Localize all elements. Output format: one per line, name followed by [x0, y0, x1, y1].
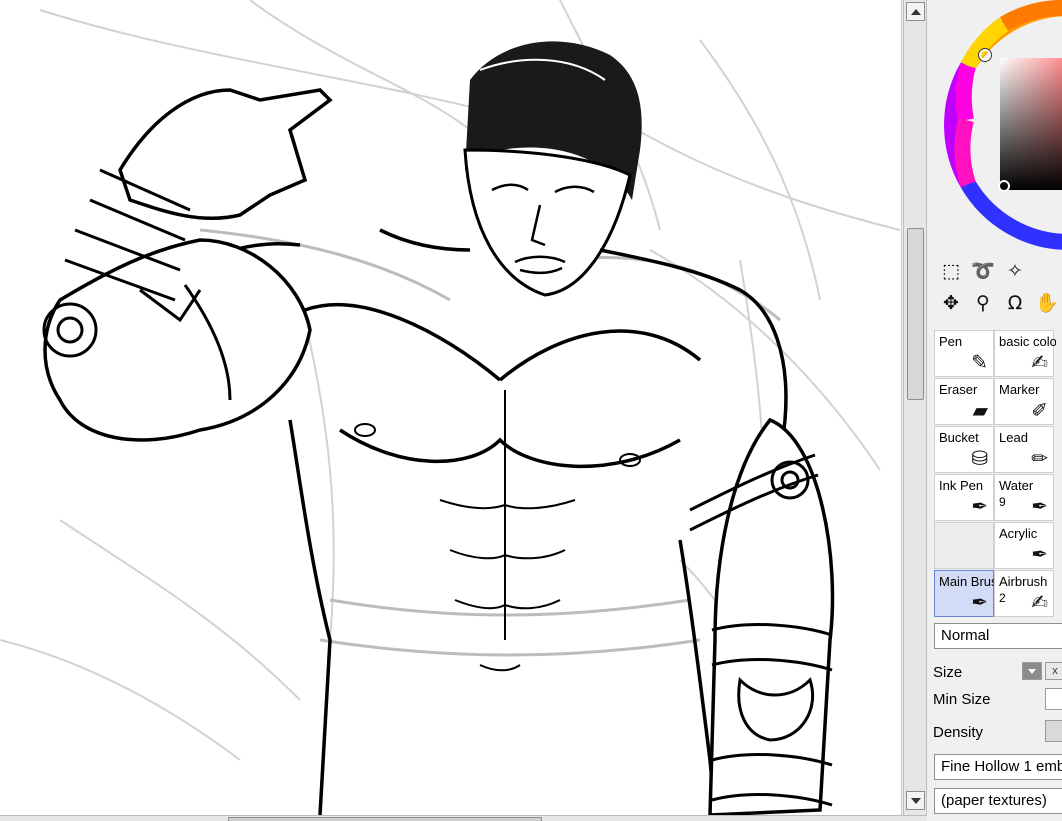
- brush-water[interactable]: Water 9 ✒: [994, 474, 1054, 521]
- move-icon[interactable]: ✥: [938, 290, 964, 316]
- horizontal-scroll-thumb[interactable]: [228, 817, 542, 821]
- scroll-up-button[interactable]: [906, 2, 925, 21]
- brush-size-number: 2: [999, 591, 1006, 605]
- ink-pen-icon: ✒: [971, 494, 988, 518]
- acrylic-brush-icon: ✒: [1031, 542, 1048, 566]
- vertical-scroll-thumb[interactable]: [907, 228, 924, 400]
- brush-label: Bucket: [939, 430, 979, 445]
- density-field[interactable]: [1045, 720, 1062, 742]
- brush-label: Marker: [999, 382, 1040, 397]
- brush-main-brush[interactable]: Main Brush ✒: [934, 570, 996, 617]
- brush-shape-select[interactable]: Fine Hollow 1 emboss: [934, 754, 1062, 780]
- pencil-icon: ✏: [1031, 446, 1048, 470]
- zoom-icon[interactable]: ⚲: [970, 290, 996, 316]
- brush-label: Pen: [939, 334, 963, 349]
- brush-label: Eraser: [939, 382, 978, 397]
- selection-rect-icon[interactable]: ⬚: [938, 258, 964, 284]
- brush-label: Acrylic: [999, 526, 1038, 541]
- scroll-down-button[interactable]: [906, 791, 925, 810]
- brush-eraser[interactable]: Eraser ▰: [934, 378, 994, 425]
- arrow-up-icon: [910, 8, 921, 15]
- stamp-icon: ✍: [1031, 350, 1048, 374]
- brush-label: Airbrush: [999, 574, 1048, 589]
- brush-lead[interactable]: Lead ✏: [994, 426, 1054, 473]
- brush-marker[interactable]: Marker ✐: [994, 378, 1054, 425]
- brush-size-number: 9: [999, 495, 1006, 509]
- brush-basic-colour[interactable]: basic colour ✍: [994, 330, 1056, 377]
- magic-wand-icon[interactable]: ✧: [1002, 258, 1028, 284]
- brush-label: basic colour: [999, 334, 1056, 349]
- main-brush-icon: ✒: [971, 590, 988, 614]
- vertical-scrollbar[interactable]: [903, 0, 927, 815]
- blend-mode-select[interactable]: Normal: [934, 623, 1062, 649]
- line-art-illustration: [0, 0, 901, 815]
- min-size-label: Min Size: [933, 691, 991, 708]
- color-wheel[interactable]: [944, 0, 1062, 250]
- min-size-field[interactable]: [1045, 688, 1062, 710]
- density-label: Density: [933, 724, 984, 741]
- tool-panel: ⬚ ➰ ✧ ✥ ⚲ Ω ✋ Pen ✎ basic colour ✍ Erase…: [928, 0, 1062, 821]
- rotate-icon[interactable]: Ω: [1002, 290, 1028, 316]
- brush-label: Water: [999, 478, 1034, 493]
- size-label: Size: [933, 664, 963, 681]
- arrow-down-icon: [910, 797, 921, 804]
- size-multiplier-button[interactable]: x: [1045, 662, 1062, 680]
- size-dropdown-button[interactable]: [1022, 662, 1042, 680]
- drawing-canvas[interactable]: [0, 0, 902, 815]
- brush-acrylic[interactable]: Acrylic ✒: [994, 522, 1054, 569]
- brush-label: Lead: [999, 430, 1028, 445]
- brush-empty-slot[interactable]: [934, 522, 994, 569]
- brush-pen[interactable]: Pen ✎: [934, 330, 994, 377]
- marker-icon: ✐: [1031, 398, 1048, 422]
- brush-label: Ink Pen: [939, 478, 984, 493]
- eraser-icon: ▰: [972, 398, 988, 422]
- brush-bucket[interactable]: Bucket ⛁: [934, 426, 994, 473]
- water-brush-icon: ✒: [1031, 494, 1048, 518]
- brush-label: Main Brush: [939, 574, 996, 589]
- brush-airbrush[interactable]: Airbrush 2 ✍: [994, 570, 1054, 617]
- pen-icon: ✎: [971, 350, 988, 374]
- texture-select[interactable]: (paper textures): [934, 788, 1062, 814]
- bucket-icon: ⛁: [971, 446, 988, 470]
- lasso-icon[interactable]: ➰: [970, 258, 996, 284]
- chevron-down-icon: [1028, 668, 1036, 674]
- brush-ink-pen[interactable]: Ink Pen ✒: [934, 474, 994, 521]
- airbrush-icon: ✍: [1031, 590, 1048, 614]
- hand-icon[interactable]: ✋: [1034, 290, 1060, 316]
- horizontal-scrollbar[interactable]: [0, 815, 927, 821]
